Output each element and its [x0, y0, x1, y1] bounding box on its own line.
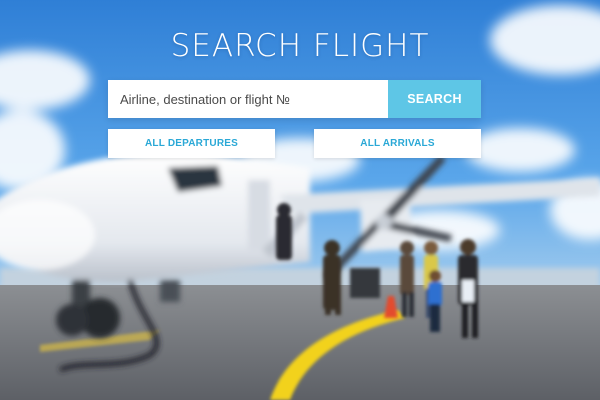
flight-search-input[interactable]	[108, 80, 388, 118]
search-bar: SEARCH	[108, 80, 481, 118]
all-departures-button[interactable]: ALL DEPARTURES	[108, 129, 275, 158]
search-button[interactable]: SEARCH	[388, 80, 481, 118]
all-arrivals-button[interactable]: ALL ARRIVALS	[314, 129, 481, 158]
page-title: SEARCH FLIGHT	[170, 28, 430, 64]
